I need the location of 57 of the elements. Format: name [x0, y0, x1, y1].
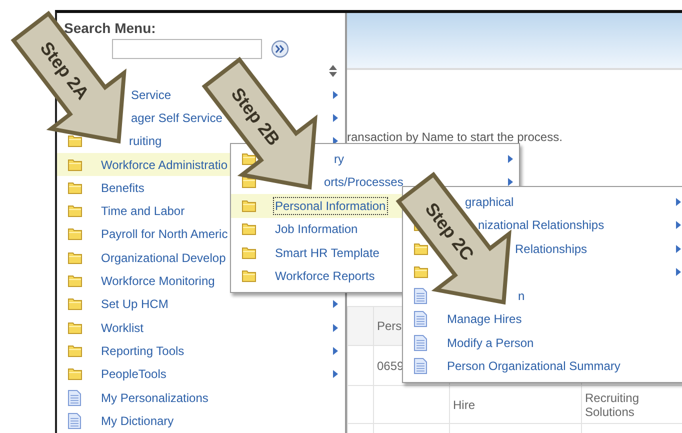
menu-item[interactable]: Set Up HCM [101, 297, 168, 312]
folder-icon [242, 223, 256, 236]
folder-icon [68, 344, 82, 357]
menu-item[interactable]: Smart HR Template [275, 246, 380, 260]
menu-item[interactable]: orts/Processes [324, 175, 404, 190]
menu-item[interactable]: graphical [465, 194, 514, 209]
search-menu-title: Search Menu: [63, 19, 157, 38]
menu-item[interactable]: Reporting Tools [101, 344, 184, 358]
menu-item[interactable]: Workforce Administratio [101, 158, 228, 172]
menu-item[interactable]: My Dictionary [101, 414, 174, 428]
menu-item[interactable]: Time and Labor [101, 204, 185, 218]
go-button-icon[interactable] [271, 40, 289, 58]
menu-item[interactable]: Benefits [101, 180, 144, 195]
folder-icon [242, 200, 256, 212]
folder-icon [68, 182, 82, 194]
menu-item[interactable]: Job Information [275, 222, 358, 236]
menu-item[interactable]: ry [334, 152, 344, 166]
menu-item[interactable]: Payroll for North Americ [101, 227, 228, 242]
menu-item[interactable]: Modify a Person [447, 336, 534, 350]
folder-icon [68, 205, 82, 218]
folder-icon [68, 368, 82, 380]
folder-icon [414, 242, 428, 255]
folder-icon [68, 322, 82, 334]
search-field[interactable] [112, 39, 262, 59]
table-cell: Hire [450, 386, 582, 424]
folder-icon [68, 228, 82, 240]
menu-item[interactable]: Relationships [515, 242, 588, 256]
folder-icon [68, 135, 82, 148]
menu-item[interactable]: Worklist [101, 320, 144, 335]
document-icon [414, 358, 427, 374]
menu-item[interactable]: Service [131, 88, 172, 102]
folder-icon [68, 275, 82, 288]
menu-item[interactable]: ruiting [129, 134, 162, 148]
menu-item[interactable]: Manage Hires [447, 312, 522, 326]
menu-item[interactable]: ager Self Service [131, 110, 222, 125]
folder-icon [242, 152, 256, 165]
instruction-text: ransaction by Name to start the process. [347, 129, 564, 145]
document-icon [68, 412, 81, 429]
menu-item[interactable]: Workforce Monitoring [101, 274, 215, 288]
menu-item[interactable]: Person Organizational Summary [447, 359, 620, 374]
menu-item[interactable]: PeopleTools [101, 367, 166, 382]
document-icon [68, 390, 81, 406]
folder-icon [242, 270, 256, 282]
document-icon [414, 334, 427, 351]
folder-icon [242, 246, 256, 259]
menu-item[interactable]: My Personalizations [101, 390, 208, 404]
menu-item[interactable]: nizational Relationships [478, 218, 604, 232]
folder-icon [68, 158, 82, 171]
menu-item[interactable]: n [518, 288, 525, 303]
document-icon [414, 288, 427, 304]
menu-item[interactable]: Personal Information [275, 198, 386, 213]
menu-item[interactable]: Workforce Reports [275, 269, 375, 284]
menu-item[interactable]: Organizational Develop [101, 250, 226, 265]
document-icon [414, 311, 427, 328]
folder-icon [68, 298, 82, 310]
sort-icon[interactable] [329, 65, 337, 77]
folder-icon [68, 252, 82, 264]
